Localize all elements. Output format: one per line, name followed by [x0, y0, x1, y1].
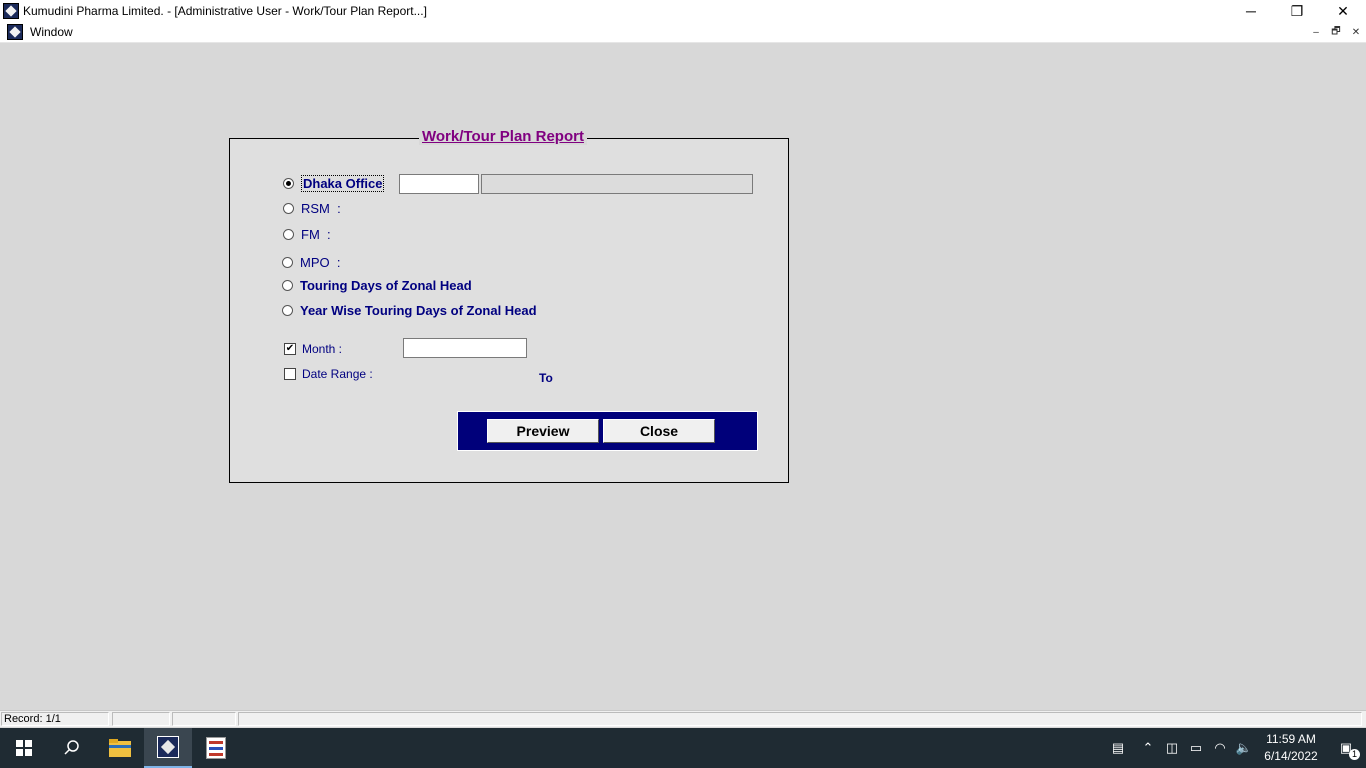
- fm-label: FM :: [301, 227, 331, 242]
- option-mpo[interactable]: MPO :: [282, 255, 340, 270]
- battery-icon[interactable]: ▭: [1184, 740, 1208, 756]
- title-bar: Kumudini Pharma Limited. - [Administrati…: [0, 0, 1366, 22]
- taskbar-app-pharma[interactable]: [144, 728, 192, 768]
- dhaka-office-name-field: [481, 174, 753, 194]
- meet-icon[interactable]: ◫: [1160, 740, 1184, 756]
- clock-date: 6/14/2022: [1264, 749, 1318, 763]
- mdi-child-icon[interactable]: [7, 24, 23, 40]
- button-panel: Preview Close: [457, 411, 758, 451]
- search-button[interactable]: [48, 728, 96, 768]
- pharma-app-icon: [157, 736, 179, 758]
- fm-radio[interactable]: [283, 229, 294, 240]
- dhaka-office-label: Dhaka Office: [301, 175, 385, 192]
- wifi-icon[interactable]: ◠: [1208, 740, 1232, 756]
- status-cell-4: [238, 712, 1362, 726]
- minimize-button[interactable]: ─: [1228, 0, 1274, 22]
- mdi-restore-button[interactable]: 🗗: [1328, 24, 1344, 40]
- close-button[interactable]: Close: [603, 419, 715, 443]
- month-input[interactable]: [403, 338, 527, 358]
- window-controls: ─ ❐ ✕: [1228, 0, 1366, 22]
- month-option[interactable]: ✔ Month :: [284, 342, 342, 356]
- status-cell-3: [172, 712, 236, 726]
- year-wise-radio[interactable]: [282, 305, 293, 316]
- folder-icon: [109, 739, 131, 757]
- mdi-controls: – 🗗 ✕: [1308, 24, 1364, 40]
- dhaka-office-code-input[interactable]: [399, 174, 479, 194]
- mdi-minimize-button[interactable]: –: [1308, 24, 1324, 40]
- close-window-button[interactable]: ✕: [1320, 0, 1366, 22]
- chevron-up-icon[interactable]: ⌃: [1136, 740, 1160, 756]
- window-title: Kumudini Pharma Limited. - [Administrati…: [23, 4, 427, 18]
- option-year-wise[interactable]: Year Wise Touring Days of Zonal Head: [282, 303, 537, 318]
- notification-count: 1: [1349, 749, 1360, 760]
- mpo-radio[interactable]: [282, 257, 293, 268]
- date-range-option[interactable]: Date Range :: [284, 367, 373, 381]
- option-touring-days[interactable]: Touring Days of Zonal Head: [282, 278, 472, 293]
- record-indicator: Record: 1/1: [1, 712, 109, 726]
- restore-button[interactable]: ❐: [1274, 0, 1320, 22]
- preview-button[interactable]: Preview: [487, 419, 599, 443]
- touring-days-radio[interactable]: [282, 280, 293, 291]
- report-app-icon: [206, 737, 226, 759]
- file-explorer-button[interactable]: [96, 728, 144, 768]
- taskbar: ▤ ⌃ ◫ ▭ ◠ 🔈 11:59 AM 6/14/2022 ▣ 1: [0, 728, 1366, 768]
- rsm-label: RSM :: [301, 201, 341, 216]
- option-rsm[interactable]: RSM :: [283, 201, 341, 216]
- to-label: To: [539, 371, 553, 385]
- search-icon: [64, 740, 79, 755]
- app-icon: [3, 3, 19, 19]
- windows-icon: [16, 740, 32, 756]
- status-cell-2: [112, 712, 170, 726]
- news-icon[interactable]: ▤: [1100, 740, 1136, 756]
- option-fm[interactable]: FM :: [283, 227, 331, 242]
- year-wise-label: Year Wise Touring Days of Zonal Head: [300, 303, 537, 318]
- month-label: Month :: [302, 342, 343, 356]
- touring-days-label: Touring Days of Zonal Head: [300, 278, 472, 293]
- date-range-label: Date Range :: [302, 367, 373, 381]
- system-tray: ▤ ⌃ ◫ ▭ ◠ 🔈 11:59 AM 6/14/2022 ▣ 1: [1100, 728, 1366, 768]
- volume-icon[interactable]: 🔈: [1232, 740, 1256, 756]
- option-dhaka-office[interactable]: Dhaka Office: [283, 175, 385, 192]
- clock[interactable]: 11:59 AM 6/14/2022: [1256, 731, 1326, 765]
- date-range-checkbox[interactable]: [284, 368, 296, 380]
- mdi-close-button[interactable]: ✕: [1348, 24, 1364, 40]
- notification-icon[interactable]: ▣ 1: [1326, 740, 1366, 760]
- taskbar-app-report[interactable]: [192, 728, 240, 768]
- menu-window[interactable]: Window: [30, 25, 73, 39]
- report-frame: Work/Tour Plan Report Dhaka Office RSM :…: [229, 128, 789, 483]
- form-title: Work/Tour Plan Report: [419, 128, 587, 145]
- dhaka-office-radio[interactable]: [283, 178, 294, 189]
- mpo-label: MPO :: [300, 255, 341, 270]
- status-bar: Record: 1/1: [0, 710, 1366, 727]
- menu-bar: Window: [0, 22, 1366, 43]
- rsm-radio[interactable]: [283, 203, 294, 214]
- month-checkbox[interactable]: ✔: [284, 343, 296, 355]
- clock-time: 11:59 AM: [1266, 732, 1316, 746]
- start-button[interactable]: [0, 728, 48, 768]
